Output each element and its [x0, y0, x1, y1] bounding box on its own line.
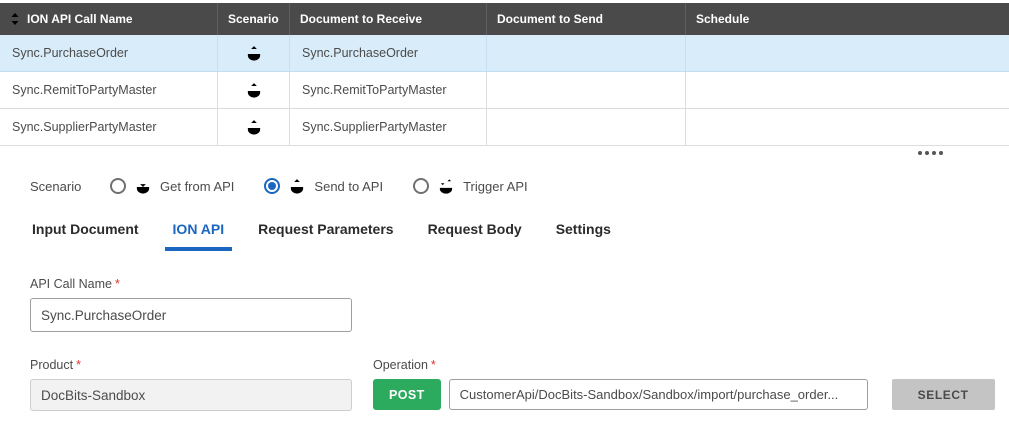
- column-header-schedule[interactable]: Schedule: [686, 3, 1009, 35]
- http-method-badge: POST: [373, 379, 441, 410]
- api-call-name-input[interactable]: [30, 298, 352, 332]
- product-label: Product *: [30, 358, 352, 372]
- column-header-label: Document to Receive: [300, 12, 423, 26]
- send-to-api-icon: [244, 82, 264, 99]
- column-header-ion-api-call-name[interactable]: ION API Call Name: [0, 3, 218, 35]
- ion-api-form: API Call Name* Product* Operation* POST …: [30, 277, 1009, 411]
- ion-api-configuration-page: ION API Call Name Scenario Document to R…: [0, 3, 1009, 421]
- column-header-label: ION API Call Name: [27, 12, 133, 26]
- trigger-api-icon: [436, 178, 456, 195]
- radio-unchecked[interactable]: [110, 178, 126, 194]
- column-header-document-to-receive[interactable]: Document to Receive: [290, 3, 487, 35]
- scenario-option-label: Trigger API: [463, 178, 528, 194]
- table-row[interactable]: Sync.SupplierPartyMaster Sync.SupplierPa…: [0, 109, 1009, 146]
- required-asterisk: *: [76, 358, 81, 372]
- api-call-name-cell: Sync.PurchaseOrder: [12, 46, 129, 60]
- api-call-name-cell: Sync.SupplierPartyMaster: [12, 120, 157, 134]
- product-field: Product *: [30, 358, 352, 411]
- required-asterisk: *: [430, 358, 436, 372]
- radio-checked[interactable]: [264, 178, 281, 194]
- scenario-option-label: Get from API: [160, 178, 235, 194]
- table-header-row: ION API Call Name Scenario Document to R…: [0, 3, 1009, 35]
- operation-controls: POST SELECT: [373, 379, 995, 410]
- send-to-api-icon: [244, 119, 264, 136]
- scenario-radio-group: Scenario Get from API Send to API Trigge…: [30, 175, 1009, 197]
- operation-field: Operation* POST SELECT: [373, 358, 995, 410]
- column-header-label: Scenario: [228, 12, 279, 26]
- tab-input-document[interactable]: Input Document: [24, 221, 147, 251]
- table-row[interactable]: Sync.RemitToPartyMaster Sync.RemitToPart…: [0, 72, 1009, 109]
- required-asterisk: *: [114, 277, 120, 291]
- document-to-receive-cell: Sync.PurchaseOrder: [302, 46, 419, 60]
- column-header-label: Schedule: [696, 12, 750, 26]
- api-calls-table: ION API Call Name Scenario Document to R…: [0, 3, 1009, 146]
- column-header-document-to-send[interactable]: Document to Send: [487, 3, 686, 35]
- get-from-api-icon: [133, 178, 153, 195]
- product-input[interactable]: [30, 379, 352, 411]
- scenario-group-label: Scenario: [30, 178, 82, 194]
- tab-request-parameters[interactable]: Request Parameters: [250, 221, 401, 251]
- table-row[interactable]: Sync.PurchaseOrder Sync.PurchaseOrder: [0, 35, 1009, 72]
- product-operation-row: Product* Operation* POST SELECT: [30, 358, 1009, 411]
- scenario-option-get-from-api[interactable]: Get from API: [110, 178, 234, 195]
- radio-unchecked[interactable]: [413, 178, 430, 194]
- tab-request-body[interactable]: Request Body: [420, 221, 530, 251]
- operation-label: Operation *: [373, 358, 995, 372]
- document-to-receive-cell: Sync.RemitToPartyMaster: [302, 83, 447, 97]
- document-to-receive-cell: Sync.SupplierPartyMaster: [302, 120, 447, 134]
- column-header-label: Document to Send: [497, 12, 604, 26]
- column-header-scenario[interactable]: Scenario: [218, 3, 290, 35]
- sort-arrows-icon[interactable]: [10, 12, 20, 26]
- operation-path-input[interactable]: [448, 379, 868, 410]
- send-to-api-icon: [287, 178, 307, 195]
- send-to-api-icon: [244, 45, 264, 62]
- field-label-text: Product: [30, 358, 74, 372]
- tab-settings[interactable]: Settings: [548, 221, 619, 251]
- detail-tabs: Input Document ION API Request Parameter…: [24, 221, 1009, 251]
- select-operation-button[interactable]: SELECT: [891, 379, 995, 410]
- tab-ion-api[interactable]: ION API: [164, 221, 233, 251]
- scenario-option-label: Send to API: [314, 178, 384, 194]
- field-label-text: API Call Name: [30, 277, 112, 291]
- field-label-text: Operation: [373, 358, 428, 372]
- api-call-name-label: API Call Name *: [30, 277, 1009, 291]
- api-call-name-cell: Sync.RemitToPartyMaster: [12, 83, 157, 97]
- scenario-option-trigger-api[interactable]: Trigger API: [413, 178, 528, 195]
- drag-handle-dots-icon[interactable]: [918, 151, 943, 155]
- scenario-option-send-to-api[interactable]: Send to API: [264, 178, 383, 195]
- table-footer: [0, 146, 1009, 155]
